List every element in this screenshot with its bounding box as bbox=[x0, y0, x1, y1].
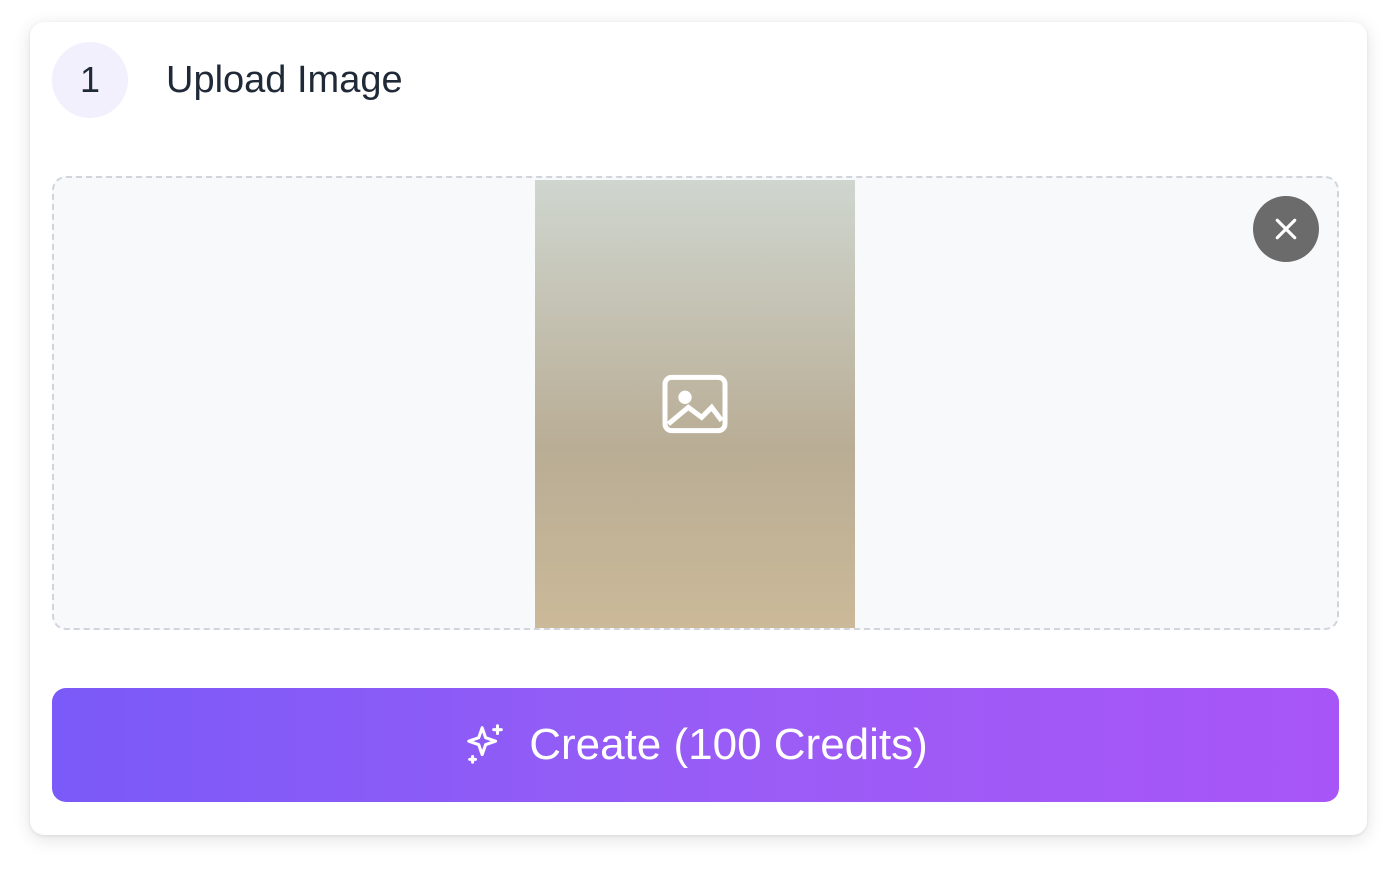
step-header: 1 Upload Image bbox=[52, 42, 403, 118]
create-button[interactable]: Create (100 Credits) bbox=[52, 688, 1339, 802]
image-dropzone[interactable] bbox=[52, 176, 1339, 630]
close-icon bbox=[1275, 218, 1297, 240]
step-title: Upload Image bbox=[166, 58, 403, 101]
sparkle-icon bbox=[463, 722, 509, 768]
uploaded-image-preview bbox=[535, 180, 855, 628]
remove-image-button[interactable] bbox=[1253, 196, 1319, 262]
image-icon bbox=[662, 374, 728, 434]
step-number-badge: 1 bbox=[52, 42, 128, 118]
upload-card: 1 Upload Image Create (100 Credits) bbox=[30, 22, 1367, 835]
create-button-label: Create (100 Credits) bbox=[529, 720, 928, 769]
